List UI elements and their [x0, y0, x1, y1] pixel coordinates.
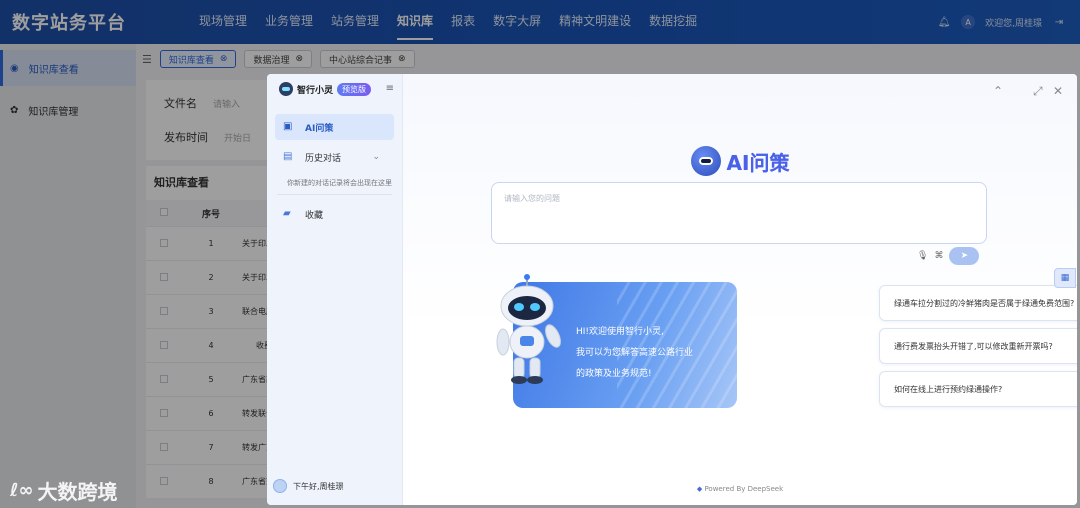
microphone-icon[interactable]: 🎙︎: [917, 251, 928, 261]
powered-by-text: Powered By DeepSeek: [704, 485, 784, 493]
chevron-down-icon[interactable]: ⌄: [372, 152, 380, 162]
history-empty-hint: 你新建的对话记录将会出现在这里: [287, 179, 392, 187]
menu-label: AI问策: [305, 123, 334, 134]
assistant-main: ⌃ ⤢ ✕ AI问策 请输入您的问题 🎙︎ ⌘ ➤ HI!欢迎使用智行小灵, 我…: [403, 74, 1077, 505]
folder-icon: ▰: [283, 208, 291, 219]
deepseek-icon: ◆: [696, 485, 703, 493]
suggested-question[interactable]: 如何在线上进行预约绿通操作?: [879, 371, 1077, 407]
page-title: AI问策: [727, 147, 790, 176]
question-input[interactable]: 请输入您的问题: [491, 182, 987, 244]
side-float-button[interactable]: ▦: [1054, 268, 1076, 288]
user-info: 下午好,周桂璟: [273, 479, 344, 493]
divider: [277, 194, 392, 195]
suggested-question[interactable]: 绿通车拉分割过的冷鲜猪肉是否属于绿通免费范围?: [879, 285, 1077, 321]
robot-icon: ▣: [283, 121, 293, 132]
fullscreen-icon[interactable]: ⤢: [1033, 84, 1043, 99]
suggested-question[interactable]: 通行费发票抬头开错了,可以修改重新开票吗?: [879, 328, 1077, 364]
menu-label: 收藏: [305, 210, 324, 221]
assistant-sidebar: 智行小灵 预览版 ≡ ▣ AI问策 ▤ 历史对话 ⌄ 你新建的对话记录将会出现在…: [267, 74, 403, 505]
menu-label: 历史对话: [305, 153, 342, 164]
chat-history-icon: ▤: [283, 151, 293, 162]
input-tools: 🎙︎ ⌘ ➤: [917, 247, 980, 265]
collapse-sidebar-icon[interactable]: ≡: [386, 83, 394, 94]
user-greeting: 下午好,周桂璟: [293, 481, 344, 491]
watermark-text: 大数跨境: [37, 480, 118, 504]
ai-logo-icon: [690, 146, 721, 176]
preview-badge: 预览版: [337, 82, 372, 96]
robot-logo-icon: [279, 82, 293, 96]
menu-history[interactable]: ▤ 历史对话 ⌄: [275, 144, 394, 170]
banner-line: 我可以为您解答高速公路行业: [576, 348, 694, 358]
avatar[interactable]: [273, 479, 287, 493]
watermark: ℓ∞ 大数跨境: [10, 476, 117, 505]
minimize-icon[interactable]: ⌃: [993, 84, 1003, 98]
banner-text: HI!欢迎使用智行小灵, 我可以为您解答高速公路行业 的政策及业务规范!: [576, 322, 736, 385]
assistant-name: 智行小灵: [297, 85, 334, 96]
robot-mascot: [496, 274, 561, 384]
send-icon: ➤: [960, 251, 969, 261]
document-icon: ▦: [1060, 273, 1070, 283]
banner-line: HI!欢迎使用智行小灵,: [576, 327, 664, 337]
ai-assistant-dialog: 智行小灵 预览版 ≡ ▣ AI问策 ▤ 历史对话 ⌄ 你新建的对话记录将会出现在…: [267, 74, 1077, 505]
close-icon[interactable]: ✕: [1053, 84, 1063, 98]
ai-title: AI问策: [403, 146, 1077, 176]
send-button[interactable]: ➤: [949, 247, 980, 265]
watermark-logo-icon: ℓ∞: [10, 480, 34, 501]
menu-ai-ask[interactable]: ▣ AI问策: [275, 114, 394, 140]
menu-favorites[interactable]: ▰ 收藏: [275, 201, 394, 227]
powered-by: ◆ Powered By DeepSeek: [403, 485, 1077, 493]
banner-line: 的政策及业务规范!: [576, 369, 652, 379]
attachment-icon[interactable]: ⌘: [934, 251, 943, 261]
